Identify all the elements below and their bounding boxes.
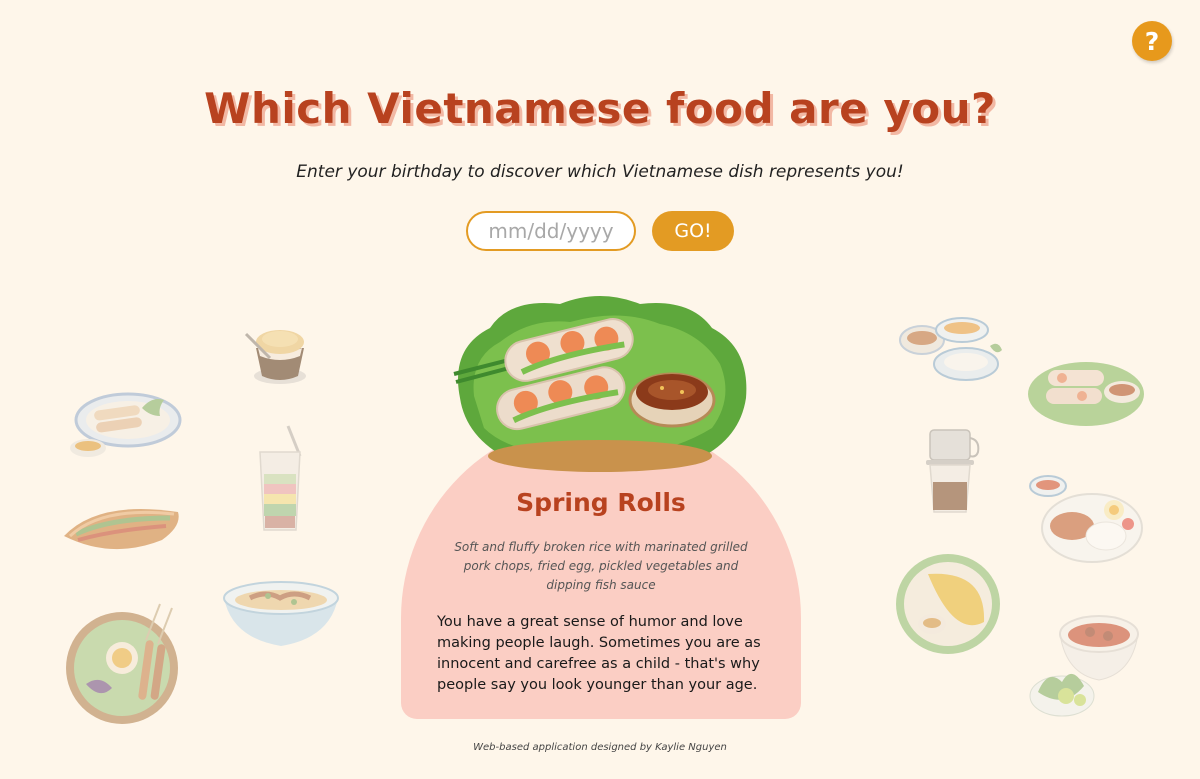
herbs-plate-illustration bbox=[1029, 673, 1095, 717]
banh-xeo-illustration bbox=[896, 554, 1000, 654]
dish-description: Soft and fluffy broken rice with marinat… bbox=[454, 540, 748, 592]
grilled-pork-basket-illustration bbox=[66, 603, 178, 724]
pho-bowl-illustration bbox=[223, 581, 339, 646]
broken-rice-plate-illustration bbox=[1029, 475, 1143, 563]
birthday-input[interactable] bbox=[466, 211, 636, 251]
com-tam-set-illustration bbox=[899, 317, 1002, 381]
page-subtitle: Enter your birthday to discover which Vi… bbox=[296, 162, 904, 182]
spring-rolls-featured-illustration bbox=[453, 296, 747, 472]
footer-credit: Web-based application designed by Kaylie… bbox=[473, 742, 727, 753]
spring-rolls-plate-illustration bbox=[70, 392, 182, 457]
phin-coffee-illustration bbox=[926, 429, 980, 513]
dish-name: Spring Rolls bbox=[516, 488, 686, 517]
spring-rolls-small-illustration bbox=[1028, 362, 1144, 426]
help-button[interactable]: ? bbox=[1132, 21, 1172, 61]
go-button[interactable]: GO! bbox=[652, 211, 734, 251]
banh-mi-illustration bbox=[64, 509, 179, 550]
page-title: Which Vietnamese food are you? bbox=[204, 84, 996, 133]
egg-coffee-illustration bbox=[244, 330, 306, 384]
personality-text: You have a great sense of humor and love… bbox=[437, 614, 761, 693]
che-dessert-glass-illustration bbox=[259, 425, 302, 531]
